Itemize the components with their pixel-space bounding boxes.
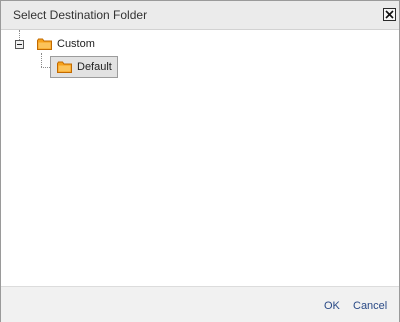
dialog-title: Select Destination Folder — [13, 8, 148, 22]
close-button[interactable] — [383, 8, 396, 21]
dialog-footer: OK Cancel — [1, 286, 399, 322]
folder-icon — [57, 61, 72, 73]
ok-button[interactable]: OK — [324, 300, 340, 312]
cancel-button[interactable]: Cancel — [353, 300, 387, 312]
tree-node-custom[interactable]: Custom — [34, 34, 98, 54]
collapse-toggle-custom[interactable] — [15, 40, 24, 49]
folder-icon — [37, 38, 52, 50]
tree-node-label: Custom — [57, 38, 95, 50]
folder-tree-panel: Custom Default — [1, 30, 399, 286]
tree-connector-line — [41, 67, 50, 68]
select-destination-folder-dialog: Select Destination Folder Custom Default… — [0, 0, 400, 322]
close-icon — [385, 10, 394, 19]
dialog-titlebar: Select Destination Folder — [1, 1, 399, 30]
tree-connector-line — [19, 30, 20, 40]
tree-node-label: Default — [77, 61, 112, 73]
tree-connector-line — [41, 53, 42, 67]
tree-node-default[interactable]: Default — [50, 56, 118, 78]
